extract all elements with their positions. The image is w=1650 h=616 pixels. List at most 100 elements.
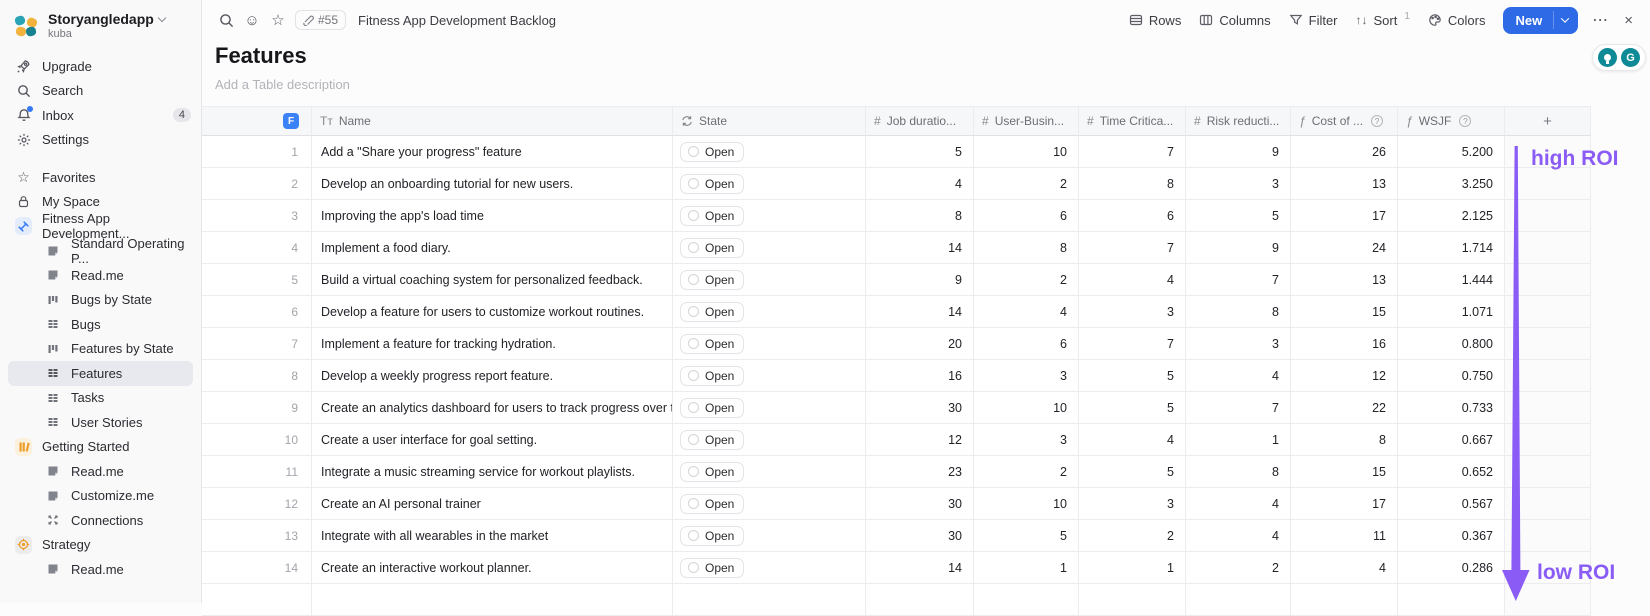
cell-job-duration[interactable]: 12 [866, 424, 974, 456]
status-badge[interactable]: Open [680, 398, 744, 418]
cell-job-duration[interactable]: 14 [866, 552, 974, 584]
cell-add-column[interactable] [1505, 296, 1591, 328]
cell-state[interactable]: Open [673, 200, 866, 232]
cell-user-business-value[interactable]: 10 [974, 136, 1079, 168]
cell-risk-reduction[interactable]: 7 [1186, 392, 1291, 424]
cell-feature-name[interactable]: Develop an onboarding tutorial for new u… [312, 168, 673, 200]
sidebar-item-customize-me[interactable]: Customize.me [0, 484, 201, 509]
status-badge[interactable]: Open [680, 334, 744, 354]
cell-risk-reduction[interactable]: 8 [1186, 456, 1291, 488]
cell-add-column[interactable] [1505, 584, 1591, 616]
cell-wsjf[interactable]: 0.567 [1398, 488, 1505, 520]
cell-feature-name[interactable]: Add a "Share your progress" feature [312, 136, 673, 168]
cell-time-criticality[interactable]: 5 [1079, 392, 1186, 424]
cell-risk-reduction[interactable]: 9 [1186, 136, 1291, 168]
cell-cost-of-delay[interactable]: 4 [1291, 552, 1398, 584]
cell-state[interactable]: Open [673, 552, 866, 584]
sidebar-item-connections[interactable]: Connections [0, 508, 201, 533]
cell-state[interactable]: Open [673, 168, 866, 200]
cell-cost-of-delay[interactable]: 12 [1291, 360, 1398, 392]
cell-risk-reduction[interactable]: 3 [1186, 168, 1291, 200]
cell-time-criticality[interactable]: 4 [1079, 424, 1186, 456]
cell-state[interactable]: Open [673, 360, 866, 392]
cell-wsjf[interactable]: 0.667 [1398, 424, 1505, 456]
cell-user-business-value[interactable]: 3 [974, 424, 1079, 456]
cell-user-business-value[interactable]: 6 [974, 328, 1079, 360]
status-badge[interactable]: Open [680, 174, 744, 194]
cell-risk-reduction[interactable]: 3 [1186, 328, 1291, 360]
cell-add-column[interactable] [1505, 456, 1591, 488]
cell-user-business-value[interactable]: 1 [974, 552, 1079, 584]
status-badge[interactable]: Open [680, 302, 744, 322]
cell-cost-of-delay[interactable]: 17 [1291, 488, 1398, 520]
cell-risk-reduction[interactable]: 4 [1186, 488, 1291, 520]
cell-user-business-value[interactable]: 2 [974, 264, 1079, 296]
cell-user-business-value[interactable]: 3 [974, 360, 1079, 392]
cell-job-duration[interactable]: 8 [866, 200, 974, 232]
cell-user-business-value[interactable]: 8 [974, 232, 1079, 264]
sidebar-item-settings[interactable]: Settings [0, 128, 201, 153]
cell-wsjf[interactable]: 0.733 [1398, 392, 1505, 424]
cell-feature-name[interactable]: Develop a weekly progress report feature… [312, 360, 673, 392]
column-header-name[interactable]: Tт Name [312, 106, 673, 136]
cell-cost-of-delay[interactable]: 15 [1291, 296, 1398, 328]
cell-state[interactable]: Open [673, 136, 866, 168]
cell-job-duration[interactable]: 5 [866, 136, 974, 168]
status-badge[interactable]: Open [680, 526, 744, 546]
status-badge[interactable]: Open [680, 462, 744, 482]
cell-add-column[interactable] [1505, 392, 1591, 424]
status-badge[interactable]: Open [680, 366, 744, 386]
column-header-time-criticality[interactable]: # Time Critica... [1079, 106, 1186, 136]
cell-time-criticality[interactable]: 8 [1079, 168, 1186, 200]
columns-button[interactable]: Columns [1190, 8, 1279, 33]
cell-job-duration[interactable]: 9 [866, 264, 974, 296]
cell-state[interactable]: Open [673, 328, 866, 360]
sidebar-item-strategy[interactable]: Strategy [0, 533, 201, 558]
cell-add-column[interactable] [1505, 168, 1591, 200]
cell-feature-name[interactable]: Create an interactive workout planner. [312, 552, 673, 584]
rows-button[interactable]: Rows [1120, 8, 1191, 33]
sidebar-item-bugs-by-state[interactable]: Bugs by State [0, 288, 201, 313]
cell-wsjf[interactable]: 1.444 [1398, 264, 1505, 296]
cell-time-criticality[interactable]: 1 [1079, 552, 1186, 584]
star-icon[interactable]: ☆ [265, 7, 291, 33]
cell-wsjf[interactable]: 1.071 [1398, 296, 1505, 328]
search-icon[interactable] [213, 7, 239, 33]
cell-time-criticality[interactable] [1079, 584, 1186, 616]
cell-wsjf[interactable]: 0.750 [1398, 360, 1505, 392]
column-header-user-business[interactable]: # User-Busin... [974, 106, 1079, 136]
sidebar-item-user-stories[interactable]: User Stories [0, 410, 201, 435]
cell-cost-of-delay[interactable]: 24 [1291, 232, 1398, 264]
sidebar-item-read-me-3[interactable]: Read.me [0, 557, 201, 582]
cell-cost-of-delay[interactable]: 8 [1291, 424, 1398, 456]
cell-cost-of-delay[interactable]: 13 [1291, 168, 1398, 200]
cell-cost-of-delay[interactable]: 22 [1291, 392, 1398, 424]
column-header-cost-of-delay[interactable]: ƒ Cost of ... ? [1291, 106, 1398, 136]
cell-job-duration[interactable]: 23 [866, 456, 974, 488]
cell-user-business-value[interactable]: 4 [974, 296, 1079, 328]
doc-ref-chip[interactable]: #55 [295, 10, 346, 30]
cell-risk-reduction[interactable]: 5 [1186, 200, 1291, 232]
cell-cost-of-delay[interactable]: 15 [1291, 456, 1398, 488]
cell-add-column[interactable] [1505, 360, 1591, 392]
cell-feature-name[interactable] [312, 584, 673, 616]
cell-add-column[interactable] [1505, 424, 1591, 456]
lightbulb-icon[interactable] [1598, 48, 1617, 67]
column-header-risk-reduction[interactable]: # Risk reducti... [1186, 106, 1291, 136]
cell-feature-name[interactable]: Create a user interface for goal setting… [312, 424, 673, 456]
cell-feature-name[interactable]: Create an analytics dashboard for users … [312, 392, 673, 424]
cell-cost-of-delay[interactable]: 17 [1291, 200, 1398, 232]
sidebar-item-getting-started[interactable]: Getting Started [0, 435, 201, 460]
cell-user-business-value[interactable]: 10 [974, 392, 1079, 424]
cell-risk-reduction[interactable]: 2 [1186, 552, 1291, 584]
cell-job-duration[interactable]: 16 [866, 360, 974, 392]
cell-add-column[interactable] [1505, 328, 1591, 360]
status-badge[interactable]: Open [680, 494, 744, 514]
cell-state[interactable] [673, 584, 866, 616]
cell-wsjf[interactable]: 3.250 [1398, 168, 1505, 200]
status-badge[interactable]: Open [680, 558, 744, 578]
cell-wsjf[interactable] [1398, 584, 1505, 616]
status-badge[interactable]: Open [680, 142, 744, 162]
close-button[interactable]: × [1617, 8, 1640, 33]
cell-state[interactable]: Open [673, 264, 866, 296]
